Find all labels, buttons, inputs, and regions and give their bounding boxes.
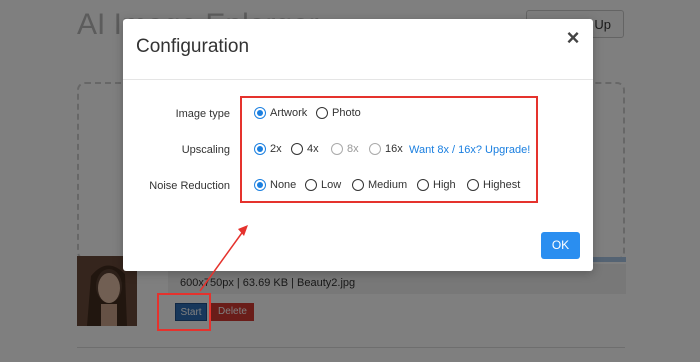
configuration-modal: Configuration × Image type Artwork Photo… [123, 19, 593, 271]
start-button-highlight [157, 293, 211, 331]
close-icon[interactable]: × [563, 27, 583, 49]
upscaling-label: Upscaling [181, 144, 230, 156]
noise-reduction-label: Noise Reduction [149, 180, 230, 192]
modal-title: Configuration [136, 36, 250, 57]
options-highlight-box [240, 96, 538, 203]
ok-button[interactable]: OK [541, 232, 580, 259]
modal-divider [123, 79, 593, 80]
image-type-label: Image type [175, 108, 230, 120]
